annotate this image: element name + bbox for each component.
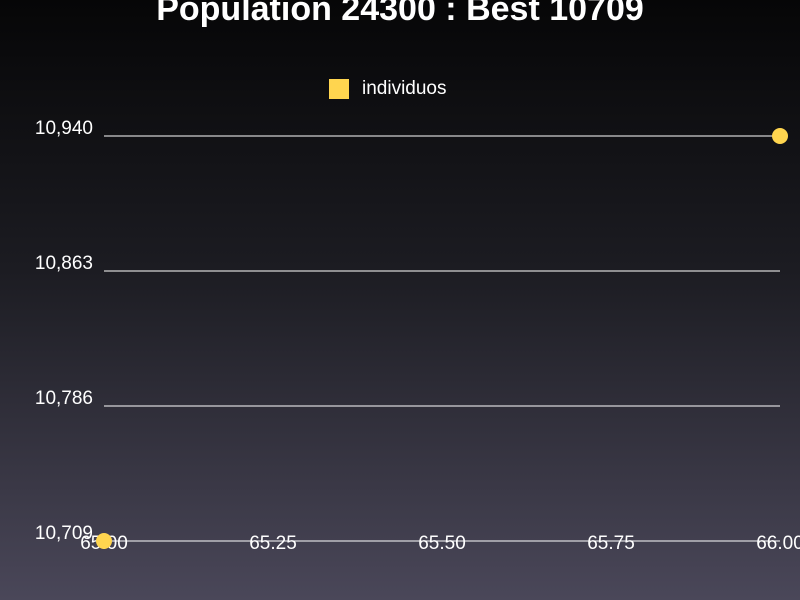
data-point <box>96 533 112 549</box>
chart: Population 24300 : Best 10709 individuos… <box>35 0 800 554</box>
grid <box>104 135 780 542</box>
chart-title: Population 24300 : Best 10709 <box>156 0 644 28</box>
y-tick-label: 10,863 <box>35 253 93 274</box>
y-tick-label: 10,786 <box>35 388 93 409</box>
legend-swatch <box>329 79 349 99</box>
data-point <box>772 128 788 144</box>
x-tick-label: 65.75 <box>587 533 635 554</box>
x-tick-label: 65.25 <box>249 533 297 554</box>
y-tick-label: 10,940 <box>35 118 93 139</box>
legend-label: individuos <box>362 78 447 99</box>
x-tick-label: 65.50 <box>418 533 466 554</box>
x-axis-ticks: 65.0065.2565.5065.7566.00 <box>80 533 800 554</box>
x-tick-label: 66.00 <box>756 533 800 554</box>
y-axis-ticks: 10,70910,78610,86310,940 <box>35 118 93 544</box>
legend: individuos <box>329 78 447 99</box>
data-points <box>96 128 788 549</box>
